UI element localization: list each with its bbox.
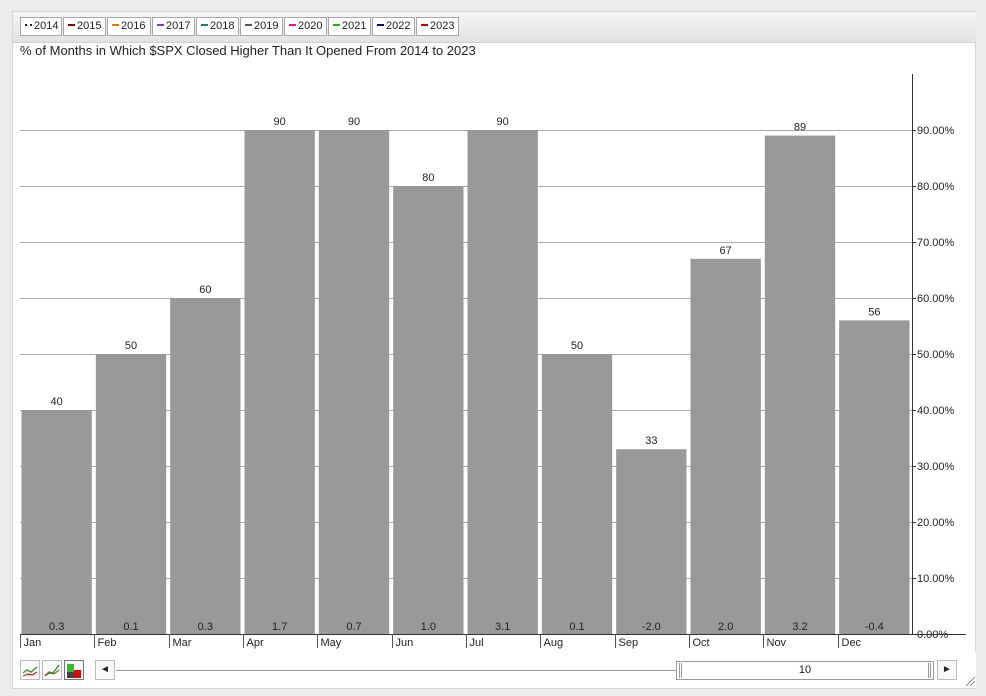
bar-bottom-label: 0.3 xyxy=(198,621,213,633)
y-tick-label: 60.00% xyxy=(917,293,955,305)
bar-bottom-label: 0.7 xyxy=(346,621,361,633)
bar-value-label: 60 xyxy=(199,284,211,296)
bar-jul xyxy=(467,130,538,634)
bar-value-label: 33 xyxy=(645,435,657,447)
x-tick-label: Nov xyxy=(767,637,787,649)
bar-value-label: 90 xyxy=(274,116,286,128)
bar-value-label: 56 xyxy=(868,306,880,318)
thumb-grip-left[interactable] xyxy=(679,663,682,678)
y-tick-label: 30.00% xyxy=(917,461,955,473)
x-tick-label: Sep xyxy=(619,637,639,649)
bar-value-label: 40 xyxy=(51,396,63,408)
bar-sep xyxy=(616,449,687,634)
y-tick-label: 70.00% xyxy=(917,237,955,249)
bar-oct xyxy=(690,258,761,634)
bar-nov xyxy=(764,135,836,634)
scroll-track[interactable] xyxy=(116,670,676,671)
x-tick-label: Apr xyxy=(247,637,264,649)
x-tick-label: Mar xyxy=(173,637,192,649)
y-tick-label: 20.00% xyxy=(917,517,955,529)
x-tick-label: Feb xyxy=(98,637,117,649)
bar-value-label: 80 xyxy=(422,172,434,184)
scroll-left-button[interactable]: ◄ xyxy=(95,660,115,680)
bar-bottom-label: 3.1 xyxy=(495,621,510,633)
bar-may xyxy=(318,130,390,634)
x-tick-label: Aug xyxy=(544,637,564,649)
bar-value-label: 67 xyxy=(720,245,732,257)
resize-grip-icon[interactable] xyxy=(964,675,976,687)
area-chart-icon[interactable] xyxy=(42,660,62,680)
scroll-thumb-label: 10 xyxy=(798,664,812,676)
bar-jun xyxy=(393,186,464,634)
thumb-grip-right[interactable] xyxy=(928,663,931,678)
y-tick-label: 40.00% xyxy=(917,405,955,417)
y-tick-label: 90.00% xyxy=(917,125,955,137)
bar-chart: 0.00%10.00%20.00%30.00%40.00%50.00%60.00… xyxy=(20,74,966,649)
bar-bottom-label: 1.7 xyxy=(272,621,287,633)
y-tick-label: 80.00% xyxy=(917,181,955,193)
y-tick-label: 10.00% xyxy=(917,573,955,585)
bar-value-label: 50 xyxy=(125,340,137,352)
bar-bottom-label: 0.1 xyxy=(123,621,138,633)
bar-bottom-label: 0.1 xyxy=(569,621,584,633)
bar-apr xyxy=(244,130,315,634)
x-tick-label: Jul xyxy=(470,637,484,649)
x-tick-label: Dec xyxy=(842,637,862,649)
x-tick-label: Jun xyxy=(396,637,414,649)
bar-value-label: 90 xyxy=(497,116,509,128)
bar-dec xyxy=(839,320,910,634)
bar-value-label: 50 xyxy=(571,340,583,352)
bar-feb xyxy=(95,354,167,634)
bar-bottom-label: -2.0 xyxy=(642,621,661,633)
bar-jan xyxy=(21,410,92,634)
x-tick-label: Jan xyxy=(24,637,42,649)
bar-bottom-label: 0.3 xyxy=(49,621,64,633)
bar-aug xyxy=(541,354,613,634)
bar-bottom-label: 1.0 xyxy=(421,621,436,633)
scroll-thumb[interactable]: 10 xyxy=(676,661,934,680)
bar-bottom-label: -0.4 xyxy=(865,621,884,633)
bar-value-label: 90 xyxy=(348,116,360,128)
bar-chart-icon[interactable] xyxy=(64,660,84,680)
line-chart-icon[interactable] xyxy=(20,660,40,680)
y-tick-label: 50.00% xyxy=(917,349,955,361)
x-tick-label: May xyxy=(321,637,342,649)
scroll-right-button[interactable]: ► xyxy=(937,660,957,680)
bar-mar xyxy=(170,298,241,634)
x-tick-label: Oct xyxy=(693,637,710,649)
bar-value-label: 89 xyxy=(794,122,806,134)
bar-bottom-label: 2.0 xyxy=(718,621,733,633)
bar-bottom-label: 3.2 xyxy=(792,621,807,633)
